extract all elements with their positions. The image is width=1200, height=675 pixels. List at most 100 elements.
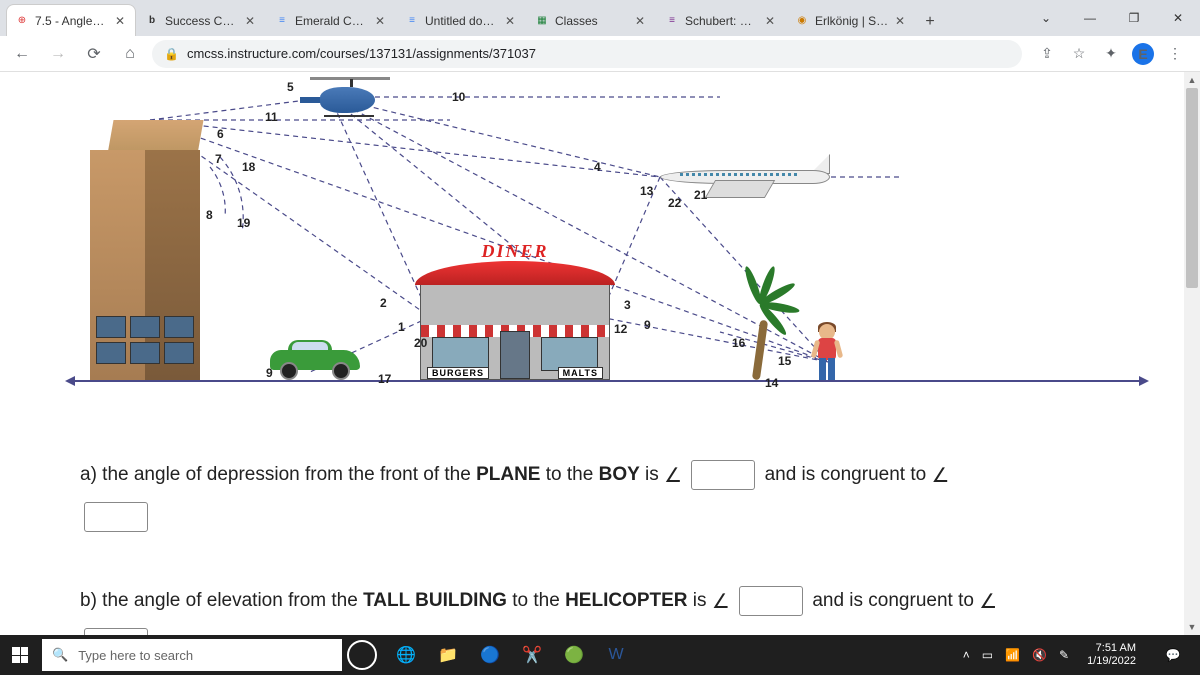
- snip-icon[interactable]: ✂️: [512, 635, 552, 675]
- tall-building: [90, 120, 200, 380]
- bookmark-icon[interactable]: ☆: [1068, 43, 1090, 65]
- tab[interactable]: ≡Emerald Callowa✕: [266, 4, 396, 36]
- address-bar[interactable]: 🔒 cmcss.instructure.com/courses/137131/a…: [152, 40, 1022, 68]
- scroll-down-button[interactable]: ▼: [1184, 619, 1200, 635]
- angle-symbol: ∠: [979, 580, 997, 624]
- scroll-thumb[interactable]: [1186, 88, 1198, 288]
- profile-badge[interactable]: E: [1132, 43, 1154, 65]
- notifications-button[interactable]: 💬: [1154, 635, 1192, 675]
- angle-symbol: ∠: [931, 454, 949, 498]
- tab[interactable]: ◉Erlkönig | Song T✕: [786, 4, 916, 36]
- boy: [810, 324, 844, 380]
- geometry-diagram: DINER BURGERS MALTS 5 11 6 7 18 8 19 10 …: [0, 72, 1184, 422]
- browser-toolbar: ← → ⟳ ⌂ 🔒 cmcss.instructure.com/courses/…: [0, 36, 1200, 72]
- scrollbar[interactable]: ▲ ▼: [1184, 72, 1200, 635]
- close-icon[interactable]: ✕: [763, 14, 777, 28]
- close-icon[interactable]: ✕: [113, 14, 127, 28]
- ground-line: [70, 380, 1144, 382]
- edge-icon[interactable]: 🌐: [386, 635, 426, 675]
- angle-symbol: ∠: [664, 454, 682, 498]
- tab[interactable]: ≡Untitled docume✕: [396, 4, 526, 36]
- list-icon: ≡: [665, 14, 679, 28]
- clock-date: 1/19/2022: [1087, 655, 1136, 668]
- answer-input-b2[interactable]: [84, 628, 148, 635]
- home-button[interactable]: ⌂: [116, 40, 144, 68]
- angle-12: 12: [614, 322, 627, 336]
- page-content: DINER BURGERS MALTS 5 11 6 7 18 8 19 10 …: [0, 72, 1184, 635]
- url-text: cmcss.instructure.com/courses/137131/ass…: [187, 46, 536, 61]
- close-icon[interactable]: ✕: [503, 14, 517, 28]
- close-icon[interactable]: ✕: [893, 14, 907, 28]
- input-icon[interactable]: ✎: [1059, 648, 1069, 662]
- angle-18: 18: [242, 160, 255, 174]
- answer-input-b1[interactable]: [739, 586, 803, 616]
- qa-text: to the: [540, 464, 598, 485]
- tab-active[interactable]: ⊕ 7.5 - Angles of El ✕: [6, 4, 136, 36]
- close-icon[interactable]: ✕: [373, 14, 387, 28]
- close-window-button[interactable]: ✕: [1156, 0, 1200, 36]
- angle-2: 2: [380, 296, 387, 310]
- share-icon[interactable]: ⇪: [1036, 43, 1058, 65]
- lock-icon: 🔒: [164, 47, 179, 61]
- tray-chevron-icon[interactable]: ˄: [963, 648, 970, 662]
- cortana-icon: [347, 640, 377, 670]
- forward-button[interactable]: →: [44, 40, 72, 68]
- diner-label-right: MALTS: [558, 367, 603, 379]
- start-button[interactable]: [0, 635, 40, 675]
- maximize-button[interactable]: ❐: [1112, 0, 1156, 36]
- favicon: b: [145, 14, 159, 28]
- tab-title: Emerald Callowa: [295, 14, 369, 28]
- car: [270, 340, 360, 380]
- angle-car9: 9: [266, 366, 273, 380]
- tab-title: Classes: [555, 14, 629, 28]
- diner-sign: DINER: [461, 241, 569, 262]
- qa-text: a) the angle of depression from the fron…: [80, 464, 476, 485]
- diner-label-left: BURGERS: [427, 367, 489, 379]
- wifi-icon[interactable]: 📶: [1005, 648, 1020, 662]
- angle-7: 7: [215, 152, 222, 166]
- extensions-icon[interactable]: ✦: [1100, 43, 1122, 65]
- battery-icon[interactable]: ▭: [982, 648, 993, 662]
- angle-1: 1: [398, 320, 405, 334]
- tab-title: Schubert: Erlking: [685, 14, 759, 28]
- minimize-button[interactable]: ―: [1068, 0, 1112, 36]
- clock[interactable]: 7:51 AM 1/19/2022: [1081, 642, 1142, 668]
- back-button[interactable]: ←: [8, 40, 36, 68]
- tab-title: Success Confirma: [165, 14, 239, 28]
- explorer-icon[interactable]: 📁: [428, 635, 468, 675]
- word-icon[interactable]: W: [596, 635, 636, 675]
- close-icon[interactable]: ✕: [243, 14, 257, 28]
- menu-icon[interactable]: ⋮: [1164, 43, 1186, 65]
- reload-button[interactable]: ⟳: [80, 40, 108, 68]
- qb-text: and is congruent to: [812, 590, 979, 611]
- tab[interactable]: ▦ Classes ✕: [526, 4, 656, 36]
- tab[interactable]: b Success Confirma ✕: [136, 4, 266, 36]
- angle-22: 22: [668, 196, 681, 210]
- angle-13: 13: [640, 184, 653, 198]
- cortana-button[interactable]: [342, 635, 382, 675]
- helicopter: [300, 77, 390, 117]
- close-icon[interactable]: ✕: [633, 14, 647, 28]
- new-tab-button[interactable]: +: [916, 8, 944, 36]
- chrome-icon[interactable]: 🔵: [470, 635, 510, 675]
- qa-boy: BOY: [599, 464, 640, 485]
- favicon: ⊕: [15, 14, 29, 28]
- answer-input-a1[interactable]: [691, 460, 755, 490]
- tab-title: Untitled docume: [425, 14, 499, 28]
- search-placeholder: Type here to search: [78, 648, 193, 663]
- plane: [660, 152, 830, 202]
- tab[interactable]: ≡ Schubert: Erlking ✕: [656, 4, 786, 36]
- volume-icon[interactable]: 🔇: [1032, 648, 1047, 662]
- scroll-up-button[interactable]: ▲: [1184, 72, 1200, 88]
- angle-17: 17: [378, 372, 391, 386]
- app-icon[interactable]: 🟢: [554, 635, 594, 675]
- classroom-icon: ▦: [535, 14, 549, 28]
- angle-4: 4: [594, 160, 601, 174]
- angle-symbol: ∠: [712, 580, 730, 624]
- diner: DINER BURGERS MALTS: [420, 280, 610, 380]
- browser-tab-strip: ⊕ 7.5 - Angles of El ✕ b Success Confirma…: [0, 0, 1200, 36]
- angle-16: 16: [732, 336, 745, 350]
- answer-input-a2[interactable]: [84, 502, 148, 532]
- taskbar-search[interactable]: 🔍 Type here to search: [42, 639, 342, 671]
- chevron-down-icon[interactable]: ⌄: [1024, 0, 1068, 36]
